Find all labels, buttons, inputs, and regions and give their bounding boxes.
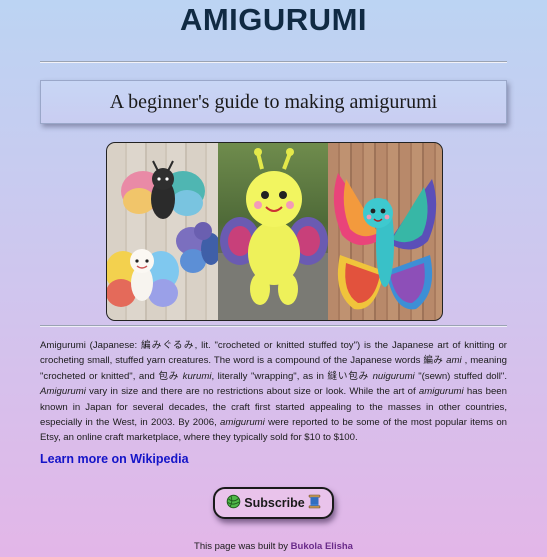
article-paragraph: Amigurumi (Japanese: 編みぐるみ, lit. "croche… [40,340,508,444]
subtitle-text: A beginner's guide to making amigurumi [109,90,438,113]
subtitle-banner: A beginner's guide to making amigurumi [40,80,507,124]
thread-spool-icon [308,494,321,512]
subscribe-button[interactable]: Subscribe [213,487,334,519]
subscribe-label: Subscribe [244,496,305,510]
author-link[interactable]: Bukola Elisha [291,541,353,552]
footer-text: This page was built by [194,541,291,552]
wikipedia-link[interactable]: Learn more on Wikipedia [40,452,189,466]
top-divider [40,61,507,63]
image-gallery [106,142,443,321]
gallery-image-yellow-doll [218,143,328,320]
footer: This page was built by Bukola Elisha [0,541,547,552]
gallery-image-rainbow-butterfly [328,143,442,320]
page-title: AMIGURUMI [179,2,368,37]
gallery-image-butterflies [107,143,218,320]
section-divider [40,325,507,327]
yarn-ball-icon [226,494,241,512]
